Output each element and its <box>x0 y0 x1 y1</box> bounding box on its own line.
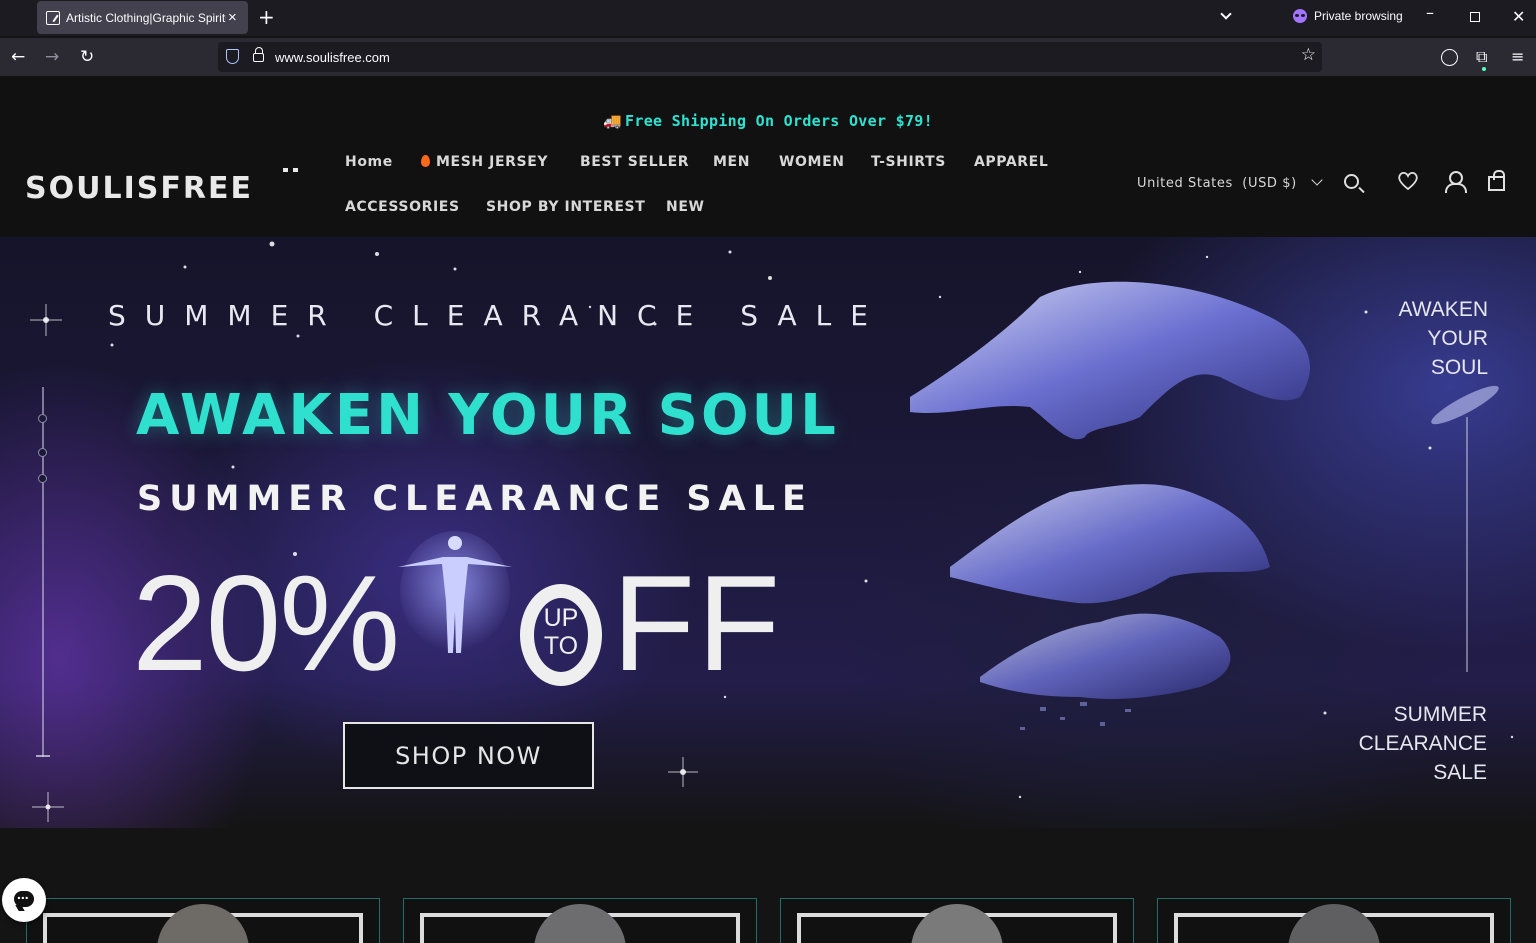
right-tagline-line: YOUR <box>1427 327 1488 350</box>
site-logo[interactable]: SOULISFREE <box>25 168 315 200</box>
window-minimize-button[interactable]: – <box>1426 3 1434 22</box>
right-tagline-line: SALE <box>1433 761 1487 784</box>
nav-apparel[interactable]: APPAREL <box>974 154 1048 170</box>
fire-icon <box>421 155 430 167</box>
chat-bubble-icon <box>14 886 34 907</box>
right-tagline-bottom: SUMMER CLEARANCE SALE <box>1346 700 1487 787</box>
cap-product-image <box>534 904 626 943</box>
app-menu-icon[interactable]: ≡ <box>1511 47 1524 66</box>
web-page: 🚚 Free Shipping On Orders Over $79! SOULI… <box>0 76 1536 943</box>
tab-title: Artistic Clothing|Graphic Spiritu <box>66 10 226 25</box>
lock-icon[interactable] <box>253 47 264 62</box>
hero-banner[interactable]: SUMMER CLEARANCE SALE AWAKEN YOUR SOUL S… <box>0 237 1536 828</box>
cap-product-image <box>157 904 249 943</box>
account-icon[interactable] <box>1441 49 1458 66</box>
floating-figure-illustration <box>398 531 512 653</box>
new-tab-button[interactable]: + <box>258 7 275 27</box>
decorative-dot <box>38 414 47 423</box>
decorative-dot <box>38 448 47 457</box>
up-to-badge: UP TO <box>520 584 602 686</box>
window-maximize-button[interactable] <box>1470 12 1480 22</box>
private-browsing-label: Private browsing <box>1314 9 1403 23</box>
country-currency-selector[interactable]: United States (USD $) <box>1137 176 1297 191</box>
right-tagline-line: AWAKEN <box>1398 298 1488 321</box>
nav-mesh-jersey[interactable]: MESH JERSEY <box>421 154 548 170</box>
site-header: SOULISFREE Home MESH JERSEY BEST SELLER … <box>0 132 1536 237</box>
product-card[interactable] <box>403 898 757 943</box>
extensions-icon[interactable]: ⧉ <box>1476 47 1487 67</box>
account-user-icon[interactable] <box>1444 170 1467 193</box>
hero-discount-percent: 20% <box>132 547 400 699</box>
announcement-label: Free Shipping On Orders Over $79! <box>625 112 933 130</box>
chrome-bodies-illustration <box>910 281 1310 730</box>
nav-men[interactable]: MEN <box>713 154 750 170</box>
back-button[interactable]: ← <box>11 47 25 67</box>
nav-accessories[interactable]: ACCESSORIES <box>345 199 460 215</box>
decorative-dot <box>38 474 47 483</box>
cap-product-image <box>911 904 1003 943</box>
list-all-tabs-chevron-icon[interactable] <box>1220 8 1232 20</box>
announcement-text: 🚚 Free Shipping On Orders Over $79! <box>603 94 933 130</box>
hero-headline: AWAKEN YOUR SOUL <box>136 383 839 448</box>
truck-icon: 🚚 <box>603 112 623 130</box>
nav-women[interactable]: WOMEN <box>779 154 845 170</box>
product-card[interactable] <box>1157 898 1511 943</box>
nav-shop-by-interest[interactable]: SHOP BY INTEREST <box>486 199 645 215</box>
address-bar[interactable]: www.soulisfree.com ☆ <box>218 42 1322 72</box>
right-tagline-line: CLEARANCE <box>1358 732 1487 755</box>
logo-text: SOULISFREE <box>25 171 253 200</box>
browser-toolbar: ← → ↻ www.soulisfree.com ☆ ⧉ ≡ <box>0 38 1536 76</box>
nav-best-seller[interactable]: BEST SELLER <box>580 154 689 170</box>
site-favicon-icon <box>46 10 60 25</box>
url-text[interactable]: www.soulisfree.com <box>275 50 390 65</box>
right-tagline-line: SOUL <box>1430 356 1488 379</box>
private-mask-icon <box>1293 9 1307 23</box>
to-label: TO <box>543 632 579 660</box>
hero-subheadline: SUMMER CLEARANCE SALE <box>137 479 813 519</box>
tracking-protection-shield-icon[interactable] <box>226 49 239 64</box>
browser-tab-strip: Artistic Clothing|Graphic Spiritu × + Pr… <box>0 0 1536 36</box>
nav-tshirts[interactable]: T-SHIRTS <box>871 154 946 170</box>
forward-button[interactable]: → <box>45 47 59 67</box>
right-tagline-top: AWAKEN YOUR SOUL <box>1380 295 1488 382</box>
cap-product-image <box>1288 904 1380 943</box>
extension-badge-dot <box>1482 67 1486 71</box>
window-close-button[interactable]: ✕ <box>1512 7 1525 26</box>
hero-top-line: SUMMER CLEARANCE SALE <box>108 299 887 332</box>
hero-off-text: FF <box>612 547 783 699</box>
nav-new[interactable]: NEW <box>666 199 705 215</box>
up-label: UP <box>543 604 579 632</box>
announcement-bar: 🚚 Free Shipping On Orders Over $79! <box>0 76 1536 132</box>
nav-home[interactable]: Home <box>345 154 393 170</box>
product-grid <box>0 828 1536 943</box>
nav-mesh-jersey-label: MESH JERSEY <box>436 154 549 170</box>
wishlist-heart-icon[interactable] <box>1397 171 1419 191</box>
right-tagline-line: SUMMER <box>1393 703 1487 726</box>
cart-bag-icon[interactable] <box>1488 170 1505 191</box>
chat-widget-button[interactable] <box>2 878 46 922</box>
decorative-vertical-line-right <box>1466 417 1468 672</box>
tab-close-icon[interactable]: × <box>228 9 237 26</box>
search-icon[interactable] <box>1344 174 1359 189</box>
product-card[interactable] <box>26 898 380 943</box>
private-browsing-indicator: Private browsing <box>1293 9 1403 23</box>
reload-button[interactable]: ↻ <box>80 47 94 67</box>
chevron-down-icon[interactable] <box>1311 174 1323 186</box>
decorative-vertical-line <box>36 387 50 757</box>
bookmark-star-icon[interactable]: ☆ <box>1301 45 1316 65</box>
shop-now-button[interactable]: SHOP NOW <box>343 722 594 789</box>
product-card[interactable] <box>780 898 1134 943</box>
active-tab[interactable]: Artistic Clothing|Graphic Spiritu × <box>37 1 248 34</box>
